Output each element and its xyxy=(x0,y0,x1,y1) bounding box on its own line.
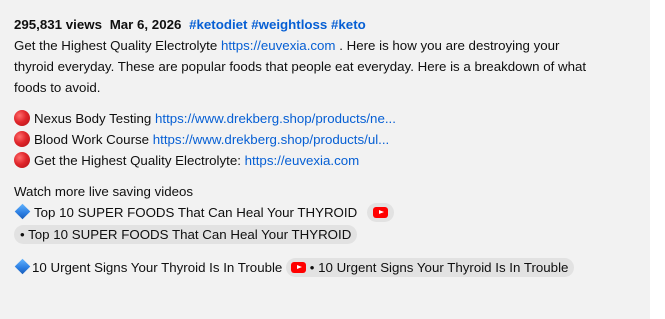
view-count: 295,831 views xyxy=(14,17,102,32)
video-1-title: Top 10 SUPER FOODS That Can Heal Your TH… xyxy=(34,205,358,220)
description-intro-rest: . Here is how you are destroying your xyxy=(335,38,560,53)
video-1-youtube-chip[interactable] xyxy=(366,203,394,222)
video-1-link-chip[interactable]: • Top 10 SUPER FOODS That Can Heal Your … xyxy=(14,225,358,244)
description-line-3: foods to avoid. xyxy=(14,80,101,95)
upload-date: Mar 6, 2026 xyxy=(109,17,182,32)
videos-heading: Watch more live saving videos xyxy=(14,184,194,199)
link-item-nexus: Nexus Body Testing https://www.drekberg.… xyxy=(14,108,636,129)
blue-diamond-icon xyxy=(14,203,31,220)
video-2-link-chip[interactable]: • 10 Urgent Signs Your Thyroid Is In Tro… xyxy=(286,258,575,277)
nexus-body-testing-link[interactable]: https://www.drekberg.shop/products/ne... xyxy=(155,111,396,126)
page-right-margin xyxy=(650,0,665,319)
video-2-chip-text: • 10 Urgent Signs Your Thyroid Is In Tro… xyxy=(309,260,569,275)
euvexia-link[interactable]: https://euvexia.com xyxy=(221,38,336,53)
red-circle-icon xyxy=(14,110,30,126)
description-line-2: thyroid everyday. These are popular food… xyxy=(14,59,587,74)
youtube-icon xyxy=(291,262,307,273)
video-2-title: 10 Urgent Signs Your Thyroid Is In Troub… xyxy=(32,260,283,275)
hashtag-weightloss[interactable]: #weightloss xyxy=(251,17,327,32)
link-item-electrolyte: Get the Highest Quality Electrolyte: htt… xyxy=(14,150,636,171)
description-intro-text: Get the Highest Quality Electrolyte xyxy=(14,38,218,53)
hashtag-keto[interactable]: #keto xyxy=(331,17,366,32)
blue-diamond-icon xyxy=(14,258,31,275)
video-description-panel: 295,831 views Mar 6, 2026 #ketodiet #wei… xyxy=(0,0,650,319)
video-item-1: Top 10 SUPER FOODS That Can Heal Your TH… xyxy=(14,202,636,223)
video-meta-row: 295,831 views Mar 6, 2026 #ketodiet #wei… xyxy=(14,14,636,35)
hashtag-ketodiet[interactable]: #ketodiet xyxy=(189,17,247,32)
red-circle-icon xyxy=(14,152,30,168)
link-label: Nexus Body Testing xyxy=(34,111,152,126)
hashtag-list: #ketodiet #weightloss #keto xyxy=(189,17,366,32)
video-item-2: 10 Urgent Signs Your Thyroid Is In Troub… xyxy=(14,257,636,278)
electrolyte-link[interactable]: https://euvexia.com xyxy=(245,153,360,168)
link-item-blood-work: Blood Work Course https://www.drekberg.s… xyxy=(14,129,636,150)
link-label: Blood Work Course xyxy=(34,132,150,147)
video-item-1-link-row: • Top 10 SUPER FOODS That Can Heal Your … xyxy=(14,224,636,245)
red-circle-icon xyxy=(14,131,30,147)
youtube-icon xyxy=(372,207,388,218)
description-line-1: Get the Highest Quality Electrolyte http… xyxy=(14,35,636,56)
blood-work-course-link[interactable]: https://www.drekberg.shop/products/ul... xyxy=(153,132,390,147)
link-label: Get the Highest Quality Electrolyte: xyxy=(34,153,241,168)
